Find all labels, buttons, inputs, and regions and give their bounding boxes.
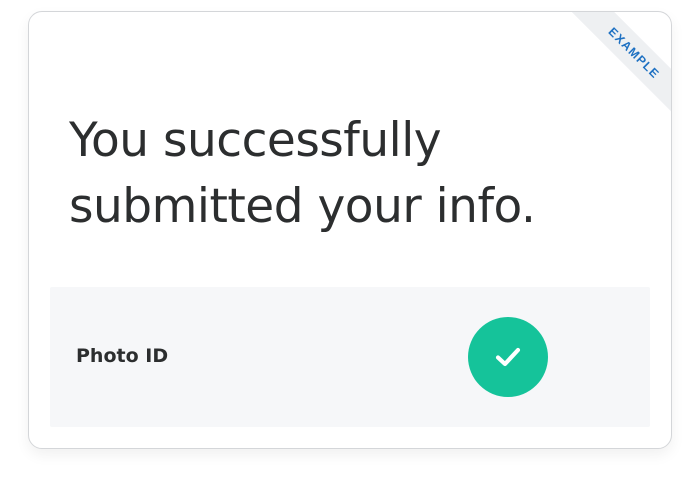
photo-id-status-row: Photo ID [50,287,650,427]
example-ribbon-label: EXAMPLE [605,24,663,82]
success-headline: You successfully submitted your info. [69,108,629,240]
confirmation-card: EXAMPLE You successfully submitted your i… [28,11,672,449]
headline-line-1: You successfully [69,113,442,168]
example-ribbon: EXAMPLE [563,12,671,124]
checkmark-icon [495,347,521,367]
headline-line-2: submitted your info. [69,179,536,234]
success-check-badge [468,317,548,397]
photo-id-label: Photo ID [76,345,169,367]
